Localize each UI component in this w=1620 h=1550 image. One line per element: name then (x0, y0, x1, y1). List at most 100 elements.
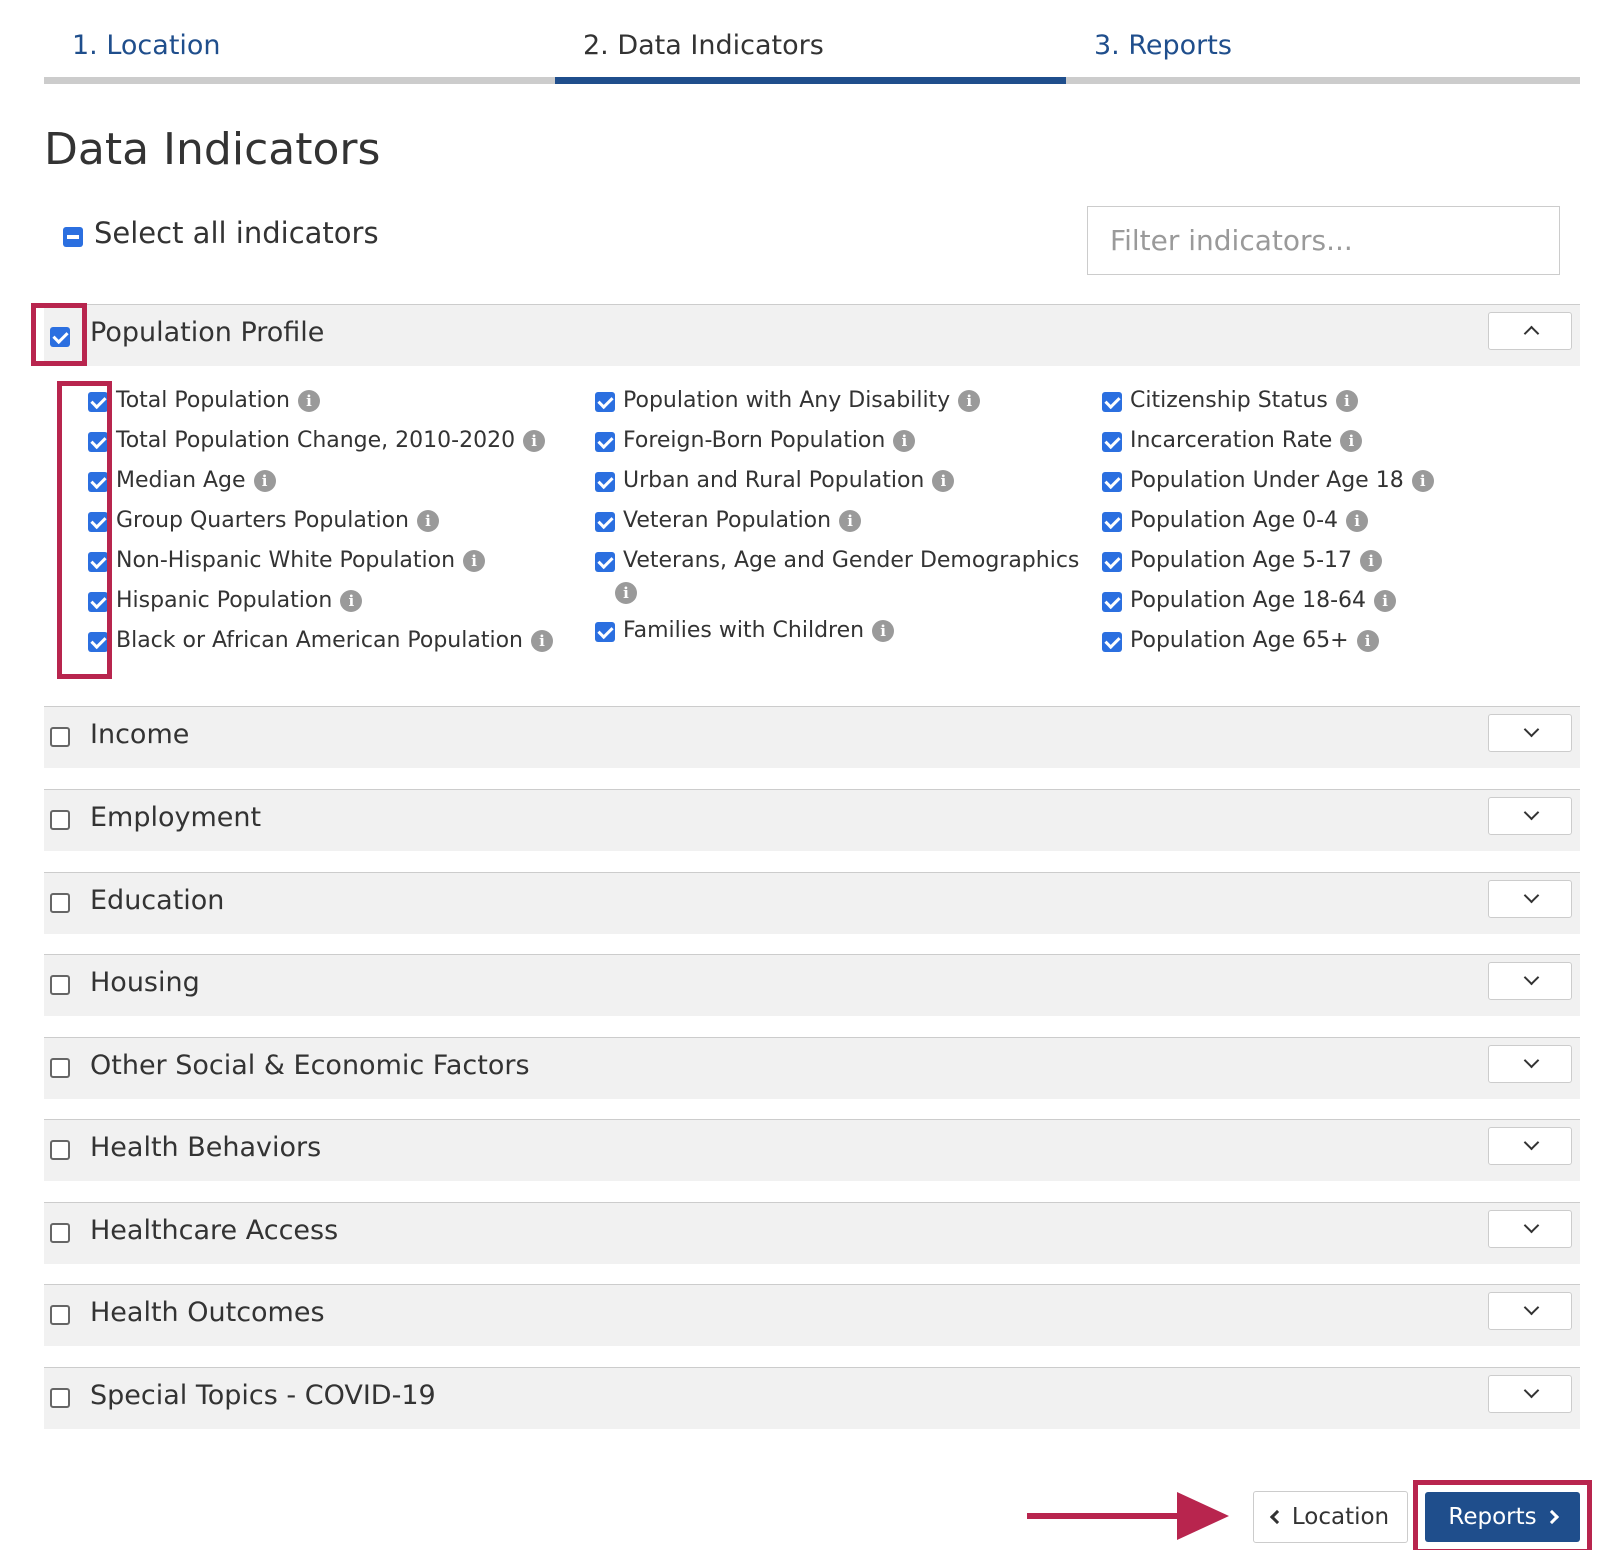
info-icon[interactable]: i (958, 390, 981, 412)
info-icon[interactable]: i (1335, 390, 1358, 412)
indicator-text: Non-Hispanic White Population (116, 548, 456, 573)
info-icon[interactable]: i (1360, 550, 1383, 572)
step-data-indicators[interactable]: 2. Data Indicators (555, 0, 1066, 84)
info-icon[interactable]: i (893, 430, 916, 452)
indicator-label: Incarceration Rate i (1130, 428, 1363, 453)
info-icon[interactable]: i (1340, 430, 1363, 452)
info-icon[interactable]: i (530, 630, 553, 652)
indicator-checkbox[interactable] (1102, 512, 1122, 532)
category-checkbox[interactable] (50, 810, 70, 830)
expand-category-button[interactable] (1488, 797, 1572, 835)
category-special-topics-covid-19[interactable]: Special Topics - COVID-19 (44, 1367, 1580, 1429)
category-label: Other Social & Economic Factors (90, 1050, 530, 1081)
expand-category-button[interactable] (1488, 1127, 1572, 1165)
indicator-checkbox[interactable] (595, 432, 615, 452)
category-income[interactable]: Income (44, 706, 1580, 768)
indicator-text: Urban and Rural Population (623, 468, 925, 493)
expand-category-button[interactable] (1488, 1375, 1572, 1413)
category-health-outcomes[interactable]: Health Outcomes (44, 1284, 1580, 1346)
chevron-down-icon (1523, 1382, 1540, 1399)
category-housing[interactable]: Housing (44, 954, 1580, 1016)
info-icon[interactable]: i (463, 550, 486, 572)
select-all-checkbox[interactable] (63, 227, 83, 247)
arrow-right-icon (1027, 1492, 1229, 1540)
indicator-checkbox[interactable] (595, 512, 615, 532)
info-icon[interactable]: i (872, 620, 895, 642)
info-icon[interactable]: i (523, 430, 546, 452)
indicator-checkbox[interactable] (1102, 392, 1122, 412)
category-employment[interactable]: Employment (44, 789, 1580, 851)
indicator-label: Hispanic Population i (116, 588, 363, 613)
category-checkbox[interactable] (50, 727, 70, 747)
indicator-text: Incarceration Rate (1130, 428, 1333, 453)
chevron-right-icon (1544, 1509, 1559, 1525)
category-label: Employment (90, 802, 262, 833)
expand-category-button[interactable] (1488, 1292, 1572, 1330)
indicator-text: Population Age 65+ (1130, 628, 1349, 653)
info-icon[interactable]: i (340, 590, 363, 612)
expand-category-button[interactable] (1488, 1210, 1572, 1248)
category-checkbox[interactable] (50, 1305, 70, 1325)
indicator-checkbox[interactable] (1102, 432, 1122, 452)
indicator-label: Non-Hispanic White Population i (116, 548, 486, 573)
indicator-checkbox[interactable] (595, 552, 615, 572)
info-icon[interactable]: i (1411, 470, 1434, 492)
expand-category-button[interactable] (1488, 962, 1572, 1000)
step-data-indicators-label: 2. Data Indicators (583, 30, 824, 61)
indicator-checkbox[interactable] (595, 392, 615, 412)
indicator-text: Population Age 5-17 (1130, 548, 1353, 573)
indicator-checkbox[interactable] (1102, 552, 1122, 572)
indicator-label: Population Age 65+ i (1130, 628, 1379, 653)
category-population-profile[interactable]: Population Profile (44, 304, 1580, 366)
chevron-down-icon (1523, 804, 1540, 821)
info-icon[interactable]: i (1374, 590, 1397, 612)
category-checkbox[interactable] (50, 1223, 70, 1243)
indicator-checkbox[interactable] (1102, 472, 1122, 492)
chevron-down-icon (1523, 1052, 1540, 1069)
info-icon[interactable]: i (297, 390, 320, 412)
indicator-text: Foreign-Born Population (623, 428, 886, 453)
step-data-indicators-bar (555, 77, 1066, 84)
expand-category-button[interactable] (1488, 880, 1572, 918)
next-reports-button[interactable]: Reports (1425, 1492, 1580, 1542)
step-location[interactable]: 1. Location (44, 0, 555, 84)
expand-category-button[interactable] (1488, 714, 1572, 752)
indicator-checkbox[interactable] (1102, 632, 1122, 652)
category-healthcare-access[interactable]: Healthcare Access (44, 1202, 1580, 1264)
page-title: Data Indicators (44, 124, 381, 175)
info-icon[interactable]: i (1356, 630, 1379, 652)
info-icon[interactable]: i (1346, 510, 1369, 532)
indicator-label: Total Population Change, 2010-2020 i (116, 428, 546, 453)
category-other-social-economic-factors[interactable]: Other Social & Economic Factors (44, 1037, 1580, 1099)
filter-indicators-input[interactable] (1087, 206, 1560, 275)
indicator-label: Population Age 18-64 i (1130, 588, 1397, 613)
category-checkbox[interactable] (50, 975, 70, 995)
info-icon[interactable]: i (932, 470, 955, 492)
step-location-label: 1. Location (72, 30, 221, 61)
indicator-checkbox[interactable] (595, 472, 615, 492)
collapse-population-profile-button[interactable] (1488, 312, 1572, 350)
info-icon[interactable]: i (615, 582, 637, 604)
next-reports-label: Reports (1448, 1504, 1537, 1530)
category-checkbox[interactable] (50, 1388, 70, 1408)
category-health-behaviors[interactable]: Health Behaviors (44, 1119, 1580, 1181)
back-location-label: Location (1291, 1504, 1390, 1530)
indicator-text: Population Age 18-64 (1130, 588, 1367, 613)
step-reports[interactable]: 3. Reports (1066, 0, 1580, 84)
expand-category-button[interactable] (1488, 1045, 1572, 1083)
category-education[interactable]: Education (44, 872, 1580, 934)
indicator-label: Median Age i (116, 468, 276, 493)
indicator-label: Veterans, Age and Gender Demographics i (615, 548, 1079, 604)
indicator-text: Hispanic Population (116, 588, 333, 613)
stepper: 1. Location 2. Data Indicators 3. Report… (44, 0, 1580, 84)
category-checkbox[interactable] (50, 1140, 70, 1160)
chevron-down-icon (1523, 1217, 1540, 1234)
indicator-checkbox[interactable] (595, 622, 615, 642)
info-icon[interactable]: i (253, 470, 276, 492)
category-checkbox[interactable] (50, 1058, 70, 1078)
back-location-button[interactable]: Location (1253, 1491, 1408, 1543)
info-icon[interactable]: i (417, 510, 440, 532)
indicator-checkbox[interactable] (1102, 592, 1122, 612)
category-checkbox[interactable] (50, 893, 70, 913)
info-icon[interactable]: i (839, 510, 862, 532)
